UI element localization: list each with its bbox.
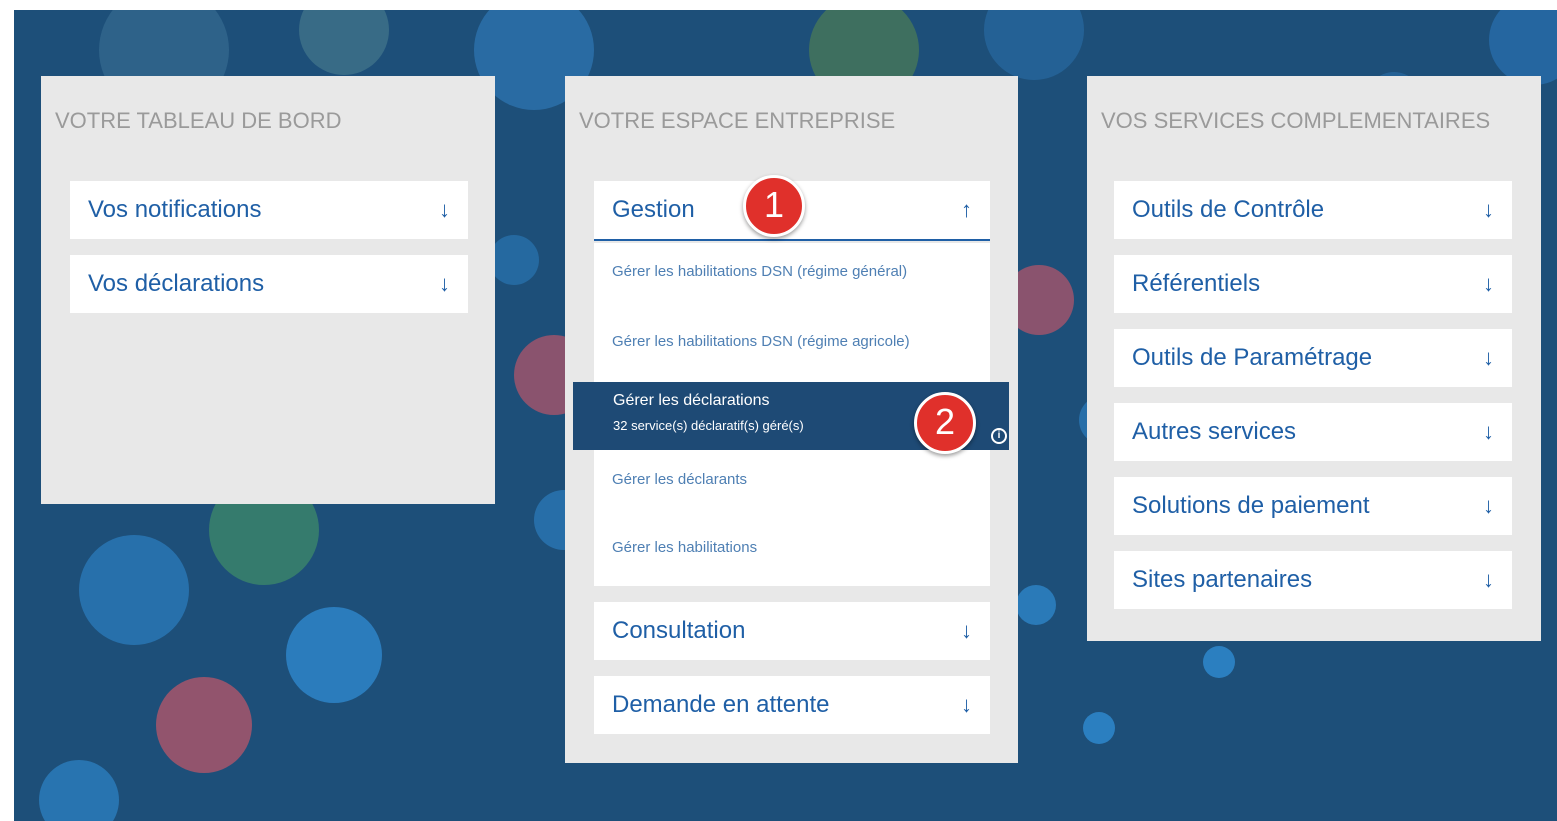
submenu-item-habilitations-dsn-general[interactable]: Gérer les habilitations DSN (régime géné… bbox=[612, 263, 942, 280]
accordion-demande-en-attente[interactable]: Demande en attente ↓ bbox=[594, 676, 990, 734]
services-panel: VOS SERVICES COMPLEMENTAIRES Outils de C… bbox=[1087, 76, 1541, 641]
accordion-label: Gestion bbox=[612, 196, 695, 223]
accordion-label: Outils de Paramétrage bbox=[1132, 344, 1373, 371]
accordion-outils-parametrage[interactable]: Outils de Paramétrage ↓ bbox=[1114, 329, 1512, 387]
accordion-autres-services[interactable]: Autres services ↓ bbox=[1114, 403, 1512, 461]
accordion-label: Vos déclarations bbox=[88, 270, 265, 297]
arrow-down-icon: ↓ bbox=[439, 197, 450, 222]
info-icon[interactable]: i bbox=[991, 428, 1007, 444]
accordion-label: Vos notifications bbox=[88, 196, 262, 223]
accordion-label: Sites partenaires bbox=[1132, 566, 1313, 593]
arrow-up-icon: ↑ bbox=[961, 197, 972, 222]
accordion-label: Référentiels bbox=[1132, 270, 1261, 297]
company-panel-title: VOTRE ESPACE ENTREPRISE bbox=[579, 108, 896, 133]
arrow-down-icon: ↓ bbox=[1483, 271, 1494, 296]
step-badge-1: 1 bbox=[743, 175, 805, 237]
submenu-item-habilitations[interactable]: Gérer les habilitations bbox=[612, 539, 942, 556]
arrow-down-icon: ↓ bbox=[1483, 197, 1494, 222]
accordion-outils-controle[interactable]: Outils de Contrôle ↓ bbox=[1114, 181, 1512, 239]
submenu-item-label: Gérer les déclarations bbox=[613, 392, 770, 409]
services-panel-title: VOS SERVICES COMPLEMENTAIRES bbox=[1101, 108, 1491, 133]
submenu-item-declarants[interactable]: Gérer les déclarants bbox=[612, 471, 942, 488]
accordion-consultation[interactable]: Consultation ↓ bbox=[594, 602, 990, 660]
arrow-down-icon: ↓ bbox=[1483, 345, 1494, 370]
arrow-down-icon: ↓ bbox=[1483, 567, 1494, 592]
arrow-down-icon: ↓ bbox=[961, 618, 972, 643]
accordion-sites-partenaires[interactable]: Sites partenaires ↓ bbox=[1114, 551, 1512, 609]
accordion-solutions-paiement[interactable]: Solutions de paiement ↓ bbox=[1114, 477, 1512, 535]
arrow-down-icon: ↓ bbox=[1483, 419, 1494, 444]
accordion-label: Demande en attente bbox=[612, 691, 830, 718]
arrow-down-icon: ↓ bbox=[961, 692, 972, 717]
accordion-label: Autres services bbox=[1132, 418, 1297, 445]
submenu-item-habilitations-dsn-agricole[interactable]: Gérer les habilitations DSN (régime agri… bbox=[612, 333, 942, 350]
accordion-label: Outils de Contrôle bbox=[1132, 196, 1325, 223]
accordion-label: Solutions de paiement bbox=[1132, 492, 1370, 519]
accordion-referentiels[interactable]: Référentiels ↓ bbox=[1114, 255, 1512, 313]
accordion-label: Consultation bbox=[612, 617, 746, 644]
accordion-vos-notifications[interactable]: Vos notifications ↓ bbox=[70, 181, 468, 239]
step-badge-2: 2 bbox=[914, 392, 976, 454]
arrow-down-icon: ↓ bbox=[1483, 493, 1494, 518]
accordion-vos-declarations[interactable]: Vos déclarations ↓ bbox=[70, 255, 468, 313]
dashboard-panel-title: VOTRE TABLEAU DE BORD bbox=[55, 108, 342, 133]
dashboard-panel: VOTRE TABLEAU DE BORD Vos notifications … bbox=[41, 76, 495, 504]
submenu-item-subtitle: 32 service(s) déclaratif(s) géré(s) bbox=[613, 418, 804, 433]
arrow-down-icon: ↓ bbox=[439, 271, 450, 296]
